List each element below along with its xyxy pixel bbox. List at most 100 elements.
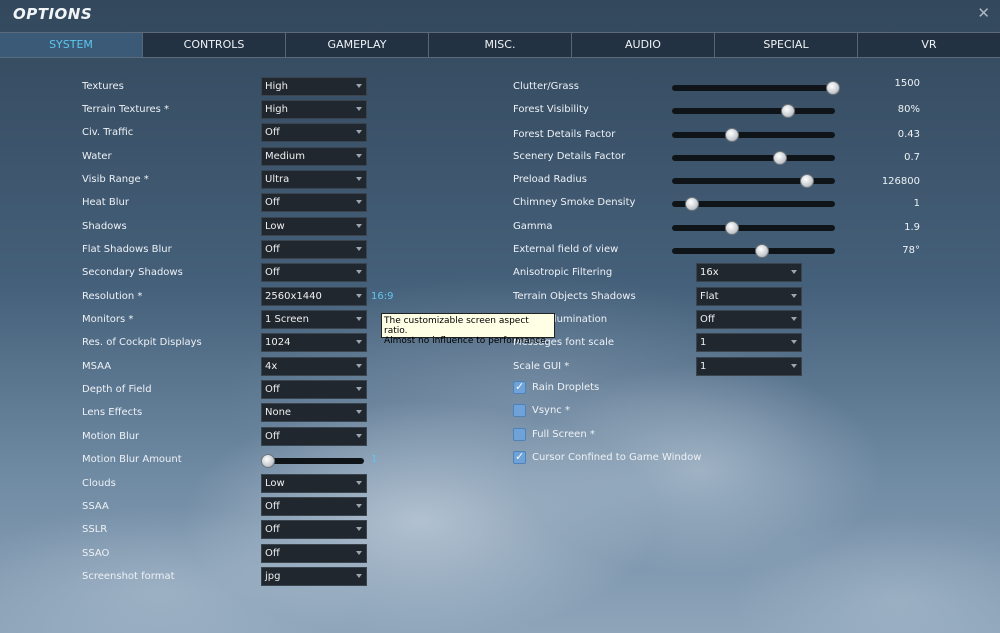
clouds-dropdown[interactable]: Low xyxy=(261,474,367,493)
scale-gui-dropdown[interactable]: 1 xyxy=(696,357,802,376)
slider-knob[interactable] xyxy=(261,454,275,468)
chevron-down-icon xyxy=(356,574,362,578)
slider-knob[interactable] xyxy=(780,104,795,118)
screenshot-format-dropdown[interactable]: jpg xyxy=(261,567,367,586)
forest-visibility-slider[interactable] xyxy=(672,104,835,118)
tab-vr[interactable]: VR xyxy=(857,33,1000,57)
tab-controls[interactable]: CONTROLS xyxy=(142,33,285,57)
full-screen-checkbox[interactable]: ✓ xyxy=(513,428,526,441)
msaa-value: 4x xyxy=(265,361,278,372)
sslr-label: SSLR xyxy=(82,524,108,535)
chevron-down-icon xyxy=(356,387,362,391)
water-dropdown[interactable]: Medium xyxy=(261,147,367,166)
res-cockpit-displays-value: 1024 xyxy=(265,337,291,348)
aspect-ratio-link[interactable]: 16:9 xyxy=(371,291,393,302)
textures-value: High xyxy=(265,81,288,92)
clutter-grass-value: 1500 xyxy=(894,78,920,89)
textures-dropdown[interactable]: High xyxy=(261,77,367,96)
anisotropic-filtering-value: 16x xyxy=(700,267,719,278)
clutter-grass-slider[interactable] xyxy=(672,81,841,95)
title-bar: OPTIONS ✕ xyxy=(0,0,1000,31)
ssao-label: SSAO xyxy=(82,548,110,559)
secondary-shadows-dropdown[interactable]: Off xyxy=(261,263,367,282)
slider-knob[interactable] xyxy=(725,221,740,235)
ssaa-dropdown[interactable]: Off xyxy=(261,497,367,516)
chevron-down-icon xyxy=(356,317,362,321)
tab-gameplay[interactable]: GAMEPLAY xyxy=(285,33,428,57)
msaa-dropdown[interactable]: 4x xyxy=(261,357,367,376)
flat-shadows-blur-dropdown[interactable]: Off xyxy=(261,240,367,259)
anisotropic-filtering-dropdown[interactable]: 16x xyxy=(696,263,802,282)
resolution-dropdown[interactable]: 2560x1440 xyxy=(261,287,367,306)
civ-traffic-dropdown[interactable]: Off xyxy=(261,123,367,142)
forest-visibility-value: 80% xyxy=(897,104,920,115)
chevron-down-icon xyxy=(356,84,362,88)
gamma-slider[interactable] xyxy=(672,221,835,235)
terrain-objects-shadows-value: Flat xyxy=(700,291,719,302)
res-cockpit-displays-label: Res. of Cockpit Displays xyxy=(82,337,202,348)
heat-blur-dropdown[interactable]: Off xyxy=(261,193,367,212)
tooltip-line-2: Almost no influence to performance. xyxy=(384,336,549,346)
monitors-dropdown[interactable]: 1 Screen xyxy=(261,310,367,329)
gamma-label: Gamma xyxy=(513,221,553,232)
clouds-value: Low xyxy=(265,478,285,489)
messages-font-scale-dropdown[interactable]: 1 xyxy=(696,333,802,352)
visib-range-dropdown[interactable]: Ultra xyxy=(261,170,367,189)
slider-knob[interactable] xyxy=(754,244,769,258)
tab-audio[interactable]: AUDIO xyxy=(571,33,714,57)
chevron-down-icon xyxy=(791,364,797,368)
tab-system[interactable]: SYSTEM xyxy=(0,33,142,57)
vsync-label: Vsync * xyxy=(532,405,570,416)
chevron-down-icon xyxy=(356,130,362,134)
secondary-shadows-label: Secondary Shadows xyxy=(82,267,183,278)
terrain-textures-value: High xyxy=(265,104,288,115)
aspect-ratio-tooltip: The customizable screen aspect ratio. Al… xyxy=(381,313,555,346)
tab-special[interactable]: SPECIAL xyxy=(714,33,857,57)
chevron-down-icon xyxy=(356,434,362,438)
global-illumination-dropdown[interactable]: Off xyxy=(696,310,802,329)
vsync-checkbox[interactable]: ✓ xyxy=(513,404,526,417)
close-icon[interactable]: ✕ xyxy=(977,4,990,22)
motion-blur-value: Off xyxy=(265,431,280,442)
chevron-down-icon xyxy=(356,200,362,204)
rain-droplets-checkbox[interactable]: ✓ xyxy=(513,380,526,394)
lens-effects-dropdown[interactable]: None xyxy=(261,403,367,422)
visib-range-label: Visib Range * xyxy=(82,174,149,185)
lens-effects-value: None xyxy=(265,407,292,418)
forest-details-factor-value: 0.43 xyxy=(897,129,920,140)
resolution-value: 2560x1440 xyxy=(265,291,322,302)
screenshot-format-label: Screenshot format xyxy=(82,571,175,582)
scenery-details-factor-slider[interactable] xyxy=(672,151,835,165)
res-cockpit-displays-dropdown[interactable]: 1024 xyxy=(261,333,367,352)
motion-blur-label: Motion Blur xyxy=(82,431,140,442)
scale-gui-value: 1 xyxy=(700,361,707,372)
tab-misc[interactable]: MISC. xyxy=(428,33,571,57)
sslr-value: Off xyxy=(265,524,280,535)
chimney-smoke-density-slider[interactable] xyxy=(672,197,835,211)
motion-blur-dropdown[interactable]: Off xyxy=(261,427,367,446)
monitors-value: 1 Screen xyxy=(265,314,309,325)
chevron-down-icon xyxy=(356,247,362,251)
depth-of-field-dropdown[interactable]: Off xyxy=(261,380,367,399)
slider-knob[interactable] xyxy=(772,151,787,165)
scenery-details-factor-label: Scenery Details Factor xyxy=(513,151,626,162)
terrain-textures-dropdown[interactable]: High xyxy=(261,100,367,119)
cursor-confined-checkbox[interactable]: ✓ xyxy=(513,450,526,464)
ssao-dropdown[interactable]: Off xyxy=(261,544,367,563)
slider-knob[interactable] xyxy=(800,174,815,188)
terrain-objects-shadows-dropdown[interactable]: Flat xyxy=(696,287,802,306)
slider-knob[interactable] xyxy=(725,128,740,142)
motion-blur-amount-label: Motion Blur Amount xyxy=(82,454,182,465)
external-fov-slider[interactable] xyxy=(672,244,835,258)
sslr-dropdown[interactable]: Off xyxy=(261,520,367,539)
forest-details-factor-slider[interactable] xyxy=(672,128,835,142)
chevron-down-icon xyxy=(356,481,362,485)
chevron-down-icon xyxy=(356,154,362,158)
shadows-dropdown[interactable]: Low xyxy=(261,217,367,236)
slider-knob[interactable] xyxy=(826,81,841,95)
chevron-down-icon xyxy=(356,410,362,414)
slider-knob[interactable] xyxy=(684,197,699,211)
motion-blur-amount-slider[interactable] xyxy=(261,454,364,468)
preload-radius-slider[interactable] xyxy=(672,174,835,188)
gamma-value: 1.9 xyxy=(904,222,920,233)
